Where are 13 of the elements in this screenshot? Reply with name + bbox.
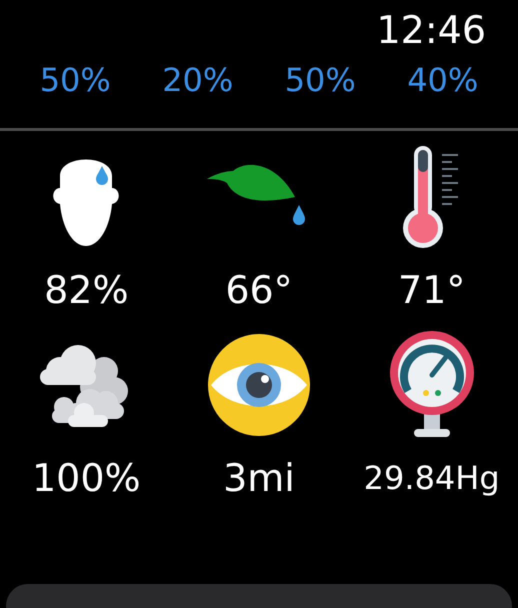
reading-value: 3mi [223,455,295,501]
precipitation-chance: 50% [40,61,111,99]
reading-value: 71° [398,267,466,313]
reading-value: 82% [44,267,129,313]
reading-value: 66° [225,267,293,313]
pressure-gauge-icon [388,331,476,439]
reading-value: 29.84Hg [364,458,500,499]
precipitation-chance: 40% [407,61,478,99]
eye-icon [206,333,311,437]
clock-time: 12:46 [376,8,486,54]
reading-value: 100% [32,455,141,501]
precipitation-chance: 20% [162,61,234,99]
precipitation-chance: 50% [284,61,356,99]
